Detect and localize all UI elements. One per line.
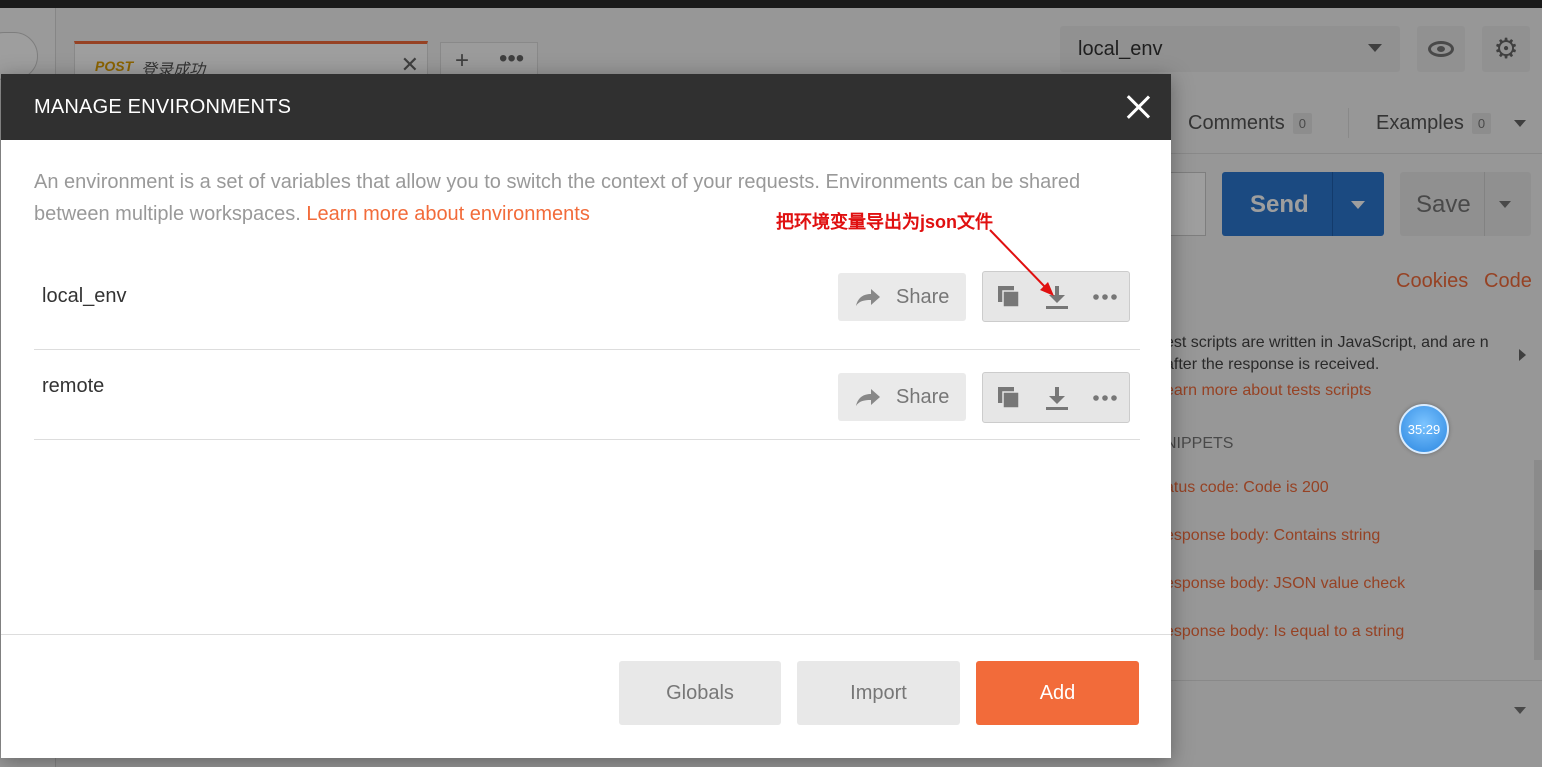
more-dots-icon	[1093, 394, 1117, 401]
globals-button[interactable]: Globals	[619, 661, 781, 725]
manage-environments-modal: MANAGE ENVIRONMENTS An environment is a …	[1, 74, 1171, 758]
download-button[interactable]	[1033, 272, 1081, 321]
modal-header: MANAGE ENVIRONMENTS	[1, 74, 1171, 140]
environment-actions	[982, 372, 1130, 423]
modal-title: MANAGE ENVIRONMENTS	[34, 96, 292, 118]
share-arrow-icon	[856, 389, 880, 406]
duplicate-icon	[998, 285, 1020, 308]
duplicate-button[interactable]	[985, 272, 1033, 321]
add-button[interactable]: Add	[976, 661, 1139, 725]
more-options-button[interactable]	[1081, 272, 1129, 321]
environment-row[interactable]: remote Share	[34, 346, 1140, 440]
timer-widget[interactable]: 35:29	[1399, 404, 1449, 454]
footer-divider	[1, 634, 1171, 635]
annotation-label: 把环境变量导出为json文件	[776, 212, 994, 232]
learn-more-link[interactable]: Learn more about environments	[306, 203, 590, 225]
import-button[interactable]: Import	[797, 661, 960, 725]
share-button[interactable]: Share	[838, 273, 966, 321]
share-button[interactable]: Share	[838, 373, 966, 421]
download-icon	[1046, 285, 1068, 309]
duplicate-icon	[998, 386, 1020, 409]
environment-name[interactable]: local_env	[42, 285, 127, 308]
share-label: Share	[896, 285, 950, 308]
environment-name[interactable]: remote	[42, 375, 104, 398]
environment-row[interactable]: local_env Share	[34, 256, 1140, 350]
environment-actions	[982, 271, 1130, 322]
more-options-button[interactable]	[1081, 373, 1129, 422]
close-icon[interactable]	[1125, 94, 1151, 120]
share-arrow-icon	[856, 289, 880, 306]
download-button[interactable]	[1033, 373, 1081, 422]
more-dots-icon	[1093, 293, 1117, 300]
duplicate-button[interactable]	[985, 373, 1033, 422]
share-label: Share	[896, 385, 950, 408]
download-icon	[1046, 386, 1068, 410]
